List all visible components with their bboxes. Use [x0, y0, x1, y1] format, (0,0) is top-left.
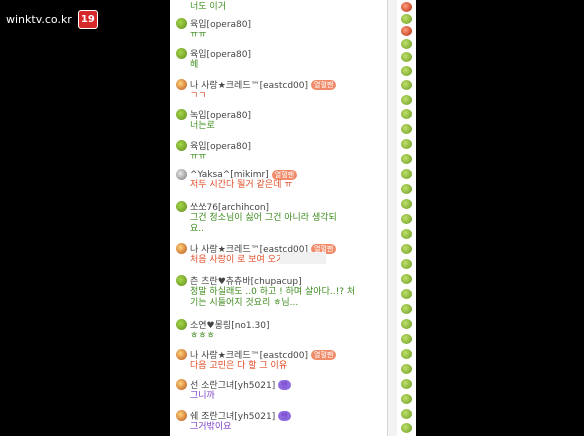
user-avatar-icon	[176, 140, 187, 151]
viewer-icon	[401, 66, 412, 76]
message-text: 헤	[190, 60, 199, 70]
viewer-icon	[401, 154, 412, 164]
watermark-site: winktv.co.kr	[6, 13, 72, 26]
message-text: 정말 하실래도 ..0 하고 ! 하며 살아다..!? 처 기는 시들어지 것요…	[190, 287, 356, 308]
viewer-icon	[401, 289, 412, 299]
message-user[interactable]: ^Yaksa^[mikimr]	[190, 170, 269, 180]
message-text: 그거밖이요	[190, 422, 232, 432]
message-text: ㄱㄱ	[190, 91, 207, 101]
user-avatar-icon	[176, 379, 187, 390]
viewer-icon	[401, 379, 412, 389]
chat-message: 쏘쏘76[archihcon] 그건 청소님이 싫어 그건 아니라 생각되 요.…	[176, 200, 337, 235]
message-user[interactable]: 츤 츠란♥츄츄바[chupacup]	[190, 274, 302, 287]
viewer-icon	[401, 334, 412, 344]
message-text: 그니까	[190, 391, 215, 401]
chat-message: 육입[opera80] 헤	[176, 47, 251, 71]
message-user[interactable]: 나 사랑★크레드™[eastcd00]	[190, 78, 308, 91]
viewer-icon	[401, 349, 412, 359]
user-avatar-icon	[176, 201, 187, 212]
fan-badge: 열혈팬	[271, 169, 298, 180]
viewer-icon	[401, 169, 412, 179]
viewer-icon	[401, 109, 412, 119]
viewer-icon	[401, 259, 412, 269]
chat-panel: 너도 이거 육입[opera80] ㅠㅠ 육입[opera80] 헤 나 사랑★…	[170, 0, 396, 436]
message-user[interactable]: 쉐 조란그녀[yh5021]	[190, 409, 275, 422]
message-user[interactable]: 나 사랑★크레드™[eastcd00]	[190, 348, 308, 361]
video-area	[416, 0, 584, 436]
message-text: ㅠㅠ	[190, 30, 207, 40]
fan-badge: 열혈팬	[311, 349, 337, 360]
viewer-icon-column	[397, 0, 416, 436]
user-avatar-icon	[176, 275, 187, 286]
viewer-icon	[401, 124, 412, 134]
message-user[interactable]: 육입[opera80]	[190, 47, 251, 60]
chat-message: 너도 이거	[176, 2, 226, 13]
viewer-icon	[401, 184, 412, 194]
user-avatar-icon	[176, 410, 187, 421]
user-avatar-icon	[176, 18, 187, 29]
viewer-icon	[401, 139, 412, 149]
viewer-icon	[401, 274, 412, 284]
viewer-icon	[401, 26, 412, 36]
viewer-icon	[401, 319, 412, 329]
user-avatar-icon	[176, 48, 187, 59]
viewer-icon	[401, 409, 412, 419]
blurred-region	[280, 252, 326, 264]
viewer-icon	[401, 364, 412, 374]
message-text: 너는로	[190, 121, 215, 131]
message-user[interactable]: 선 소란그녀[yh5021]	[190, 378, 275, 391]
chat-message: 선 소란그녀[yh5021] 팬 그니까	[176, 378, 291, 402]
fan-badge: 팬	[278, 379, 291, 390]
message-user[interactable]: 소연♥몽링[no1.30]	[190, 318, 269, 331]
viewer-icon	[401, 304, 412, 314]
viewer-icon	[401, 80, 412, 90]
chat-message: 나 사랑★크레드™[eastcd00] 열혈팬 ㄱㄱ	[176, 78, 337, 102]
fan-badge: 열혈팬	[311, 79, 337, 90]
message-text: 다음 고민은 다 할 그 이유	[190, 361, 288, 371]
message-user[interactable]: 육입[opera80]	[190, 17, 251, 30]
message-text: 너도 이거	[190, 2, 226, 12]
user-avatar-icon	[176, 169, 187, 180]
chat-message: 육입[opera80] ㅠㅠ	[176, 17, 251, 41]
fan-badge: 팬	[278, 410, 291, 421]
chat-message: 츤 츠란♥츄츄바[chupacup] 정말 하실래도 ..0 하고 ! 하며 살…	[176, 274, 355, 309]
message-user[interactable]: 녹입[opera80]	[190, 108, 251, 121]
message-user[interactable]: 육입[opera80]	[190, 139, 251, 152]
user-avatar-icon	[176, 79, 187, 90]
viewer-icon	[401, 2, 412, 12]
user-avatar-icon	[176, 109, 187, 120]
user-avatar-icon	[176, 243, 187, 254]
viewer-icon	[401, 52, 412, 62]
chat-message: 소연♥몽링[no1.30] ㅎㅎㅎ	[176, 318, 269, 342]
chat-message: 쉐 조란그녀[yh5021] 팬 그거밖이요	[176, 409, 291, 433]
watermark: winktv.co.kr 19	[6, 10, 98, 29]
chat-message: 육입[opera80] ㅠㅠ	[176, 139, 251, 163]
message-text: 저두 시간다 될거 같은데 ㅠ	[190, 180, 293, 190]
chat-message: 나 사랑★크레드™[eastcd00] 열혈팬 다음 고민은 다 할 그 이유	[176, 348, 337, 372]
viewer-icon	[401, 244, 412, 254]
user-avatar-icon	[176, 319, 187, 330]
message-text: ㅎㅎㅎ	[190, 331, 215, 341]
viewer-icon	[401, 14, 412, 24]
viewer-icon	[401, 423, 412, 433]
message-text: 그건 청소님이 싫어 그건 아니라 생각되 요..	[190, 213, 337, 234]
viewer-icon	[401, 95, 412, 105]
message-user[interactable]: 쏘쏘76[archihcon]	[190, 200, 269, 213]
viewer-icon	[401, 39, 412, 49]
viewer-icon	[401, 199, 412, 209]
viewer-icon	[401, 394, 412, 404]
viewer-icon	[401, 214, 412, 224]
age-rating-badge: 19	[77, 10, 98, 29]
message-text: ㅠㅠ	[190, 152, 207, 162]
chat-message: ^Yaksa^[mikimr] 열혈팬 저두 시간다 될거 같은데 ㅠ	[176, 169, 298, 191]
chat-message: 녹입[opera80] 너는로	[176, 108, 251, 132]
user-avatar-icon	[176, 349, 187, 360]
viewer-icon	[401, 229, 412, 239]
